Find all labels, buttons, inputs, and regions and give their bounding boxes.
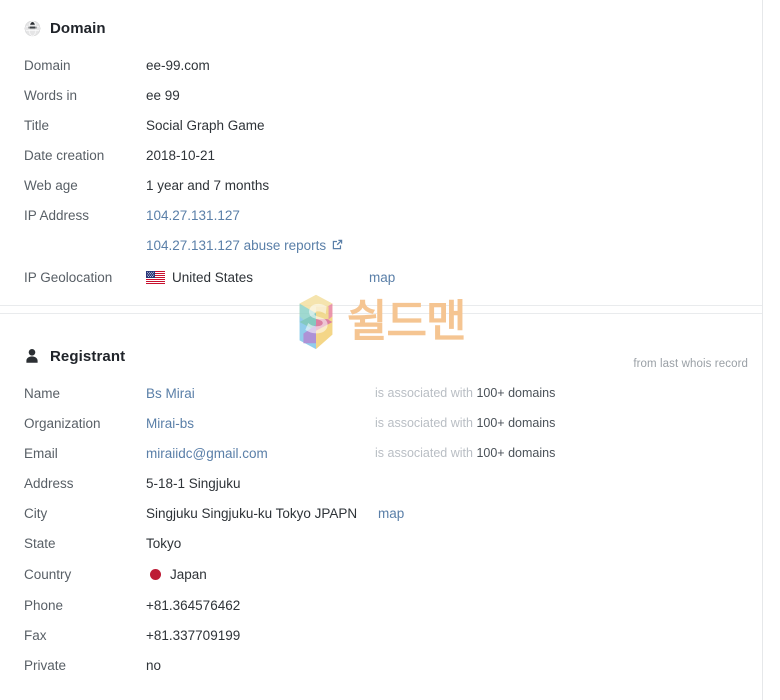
city-map-link[interactable]: map [378, 506, 404, 521]
row-value: 5-18-1 Singjuku [146, 475, 241, 491]
page-right-border [762, 0, 763, 700]
row-email: Email miraiidc@gmail.com is associated w… [0, 438, 762, 468]
country-name: Japan [170, 566, 207, 582]
row-label: Address [24, 475, 74, 491]
row-label: Fax [24, 627, 47, 643]
row-label: City [24, 505, 48, 521]
row-label: IP Address [24, 207, 90, 223]
domain-section-title: Domain [50, 19, 106, 37]
row-value: United States [146, 270, 253, 285]
row-organization: Organization Mirai-bs is associated with… [0, 408, 762, 438]
row-value: 104.27.131.127 [146, 208, 240, 223]
row-ip-geolocation: IP Geolocation United States map [0, 260, 762, 294]
row-web-age: Web age 1 year and 7 months [0, 170, 762, 200]
row-words-in: Words in ee 99 [0, 80, 762, 110]
row-label: State [24, 535, 56, 551]
registrant-section-title: Registrant [50, 347, 126, 365]
associated-domains-note: is associated with 100+ domains [375, 416, 555, 430]
row-city: City Singjuku Singjuku-ku Tokyo JPAPN ma… [0, 498, 762, 528]
row-ip-address: IP Address 104.27.131.127 [0, 200, 762, 230]
associated-count: 100+ domains [476, 446, 556, 460]
row-value: Mirai-bs [146, 416, 194, 431]
row-label: Private [24, 657, 67, 673]
row-label: Organization [24, 415, 101, 431]
row-name: Name Bs Mirai is associated with 100+ do… [0, 378, 762, 408]
row-label: Email [24, 445, 58, 461]
whois-report-page: Domain Domain ee-99.com Words in ee 99 T… [0, 0, 780, 700]
row-value: miraiidc@gmail.com [146, 446, 268, 461]
row-label: Words in [24, 87, 78, 103]
registrant-rows: Name Bs Mirai is associated with 100+ do… [0, 378, 762, 680]
row-label: Name [24, 385, 61, 401]
row-label: Phone [24, 597, 64, 613]
row-label: Country [24, 566, 72, 582]
row-country: Country Japan [0, 558, 762, 590]
associated-count: 100+ domains [476, 386, 556, 400]
row-date-creation: Date creation 2018-10-21 [0, 140, 762, 170]
row-label: Date creation [24, 147, 105, 163]
flag-united-states-icon [146, 270, 165, 284]
domain-section-header: Domain [0, 0, 762, 50]
domain-card: Domain Domain ee-99.com Words in ee 99 T… [0, 0, 762, 306]
associated-domains-note: is associated with 100+ domains [375, 446, 555, 460]
row-value: ee-99.com [146, 57, 210, 73]
whois-record-note: from last whois record [633, 358, 748, 370]
row-state: State Tokyo [0, 528, 762, 558]
row-address: Address 5-18-1 Singjuku [0, 468, 762, 498]
row-value: Social Graph Game [146, 117, 265, 133]
row-domain: Domain ee-99.com [0, 50, 762, 80]
registrant-card: Registrant from last whois record Name B… [0, 313, 762, 700]
row-value: 2018-10-21 [146, 147, 216, 163]
row-value: 1 year and 7 months [146, 177, 270, 193]
row-private: Private no [0, 650, 762, 680]
associated-count: 100+ domains [476, 416, 556, 430]
external-link-icon [331, 238, 344, 251]
geolocation-country: United States [172, 269, 254, 285]
row-value: +81.364576462 [146, 597, 241, 613]
ip-abuse-reports-link[interactable]: 104.27.131.127 abuse reports [146, 238, 344, 253]
row-value: Japan [146, 567, 207, 582]
ip-abuse-reports-label: 104.27.131.127 abuse reports [146, 237, 327, 253]
flag-japan-icon [150, 568, 161, 580]
row-phone: Phone +81.364576462 [0, 590, 762, 620]
row-value: no [146, 657, 162, 673]
row-label: Title [24, 117, 50, 133]
domain-rows: Domain ee-99.com Words in ee 99 Title So… [0, 50, 762, 294]
row-label: Domain [24, 57, 71, 73]
user-icon [24, 348, 41, 365]
associated-domains-note: is associated with 100+ domains [375, 386, 555, 400]
geolocation-map-link[interactable]: map [369, 270, 395, 285]
globe-icon [24, 20, 41, 37]
row-value: Tokyo [146, 535, 182, 551]
row-ip-abuse-reports: 104.27.131.127 abuse reports [0, 230, 762, 260]
associated-prefix: is associated with [375, 416, 473, 430]
row-value: Bs Mirai [146, 386, 195, 401]
registrant-organization-link[interactable]: Mirai-bs [146, 416, 194, 431]
row-label: IP Geolocation [24, 269, 113, 285]
row-value: ee 99 [146, 87, 180, 103]
row-value: Singjuku Singjuku-ku Tokyo JPAPN [146, 505, 358, 521]
registrant-email-link[interactable]: miraiidc@gmail.com [146, 446, 268, 461]
row-title: Title Social Graph Game [0, 110, 762, 140]
associated-prefix: is associated with [375, 386, 473, 400]
ip-address-link[interactable]: 104.27.131.127 [146, 208, 240, 223]
row-value: 104.27.131.127 abuse reports [146, 238, 344, 253]
row-fax: Fax +81.337709199 [0, 620, 762, 650]
row-value: +81.337709199 [146, 627, 241, 643]
row-label: Web age [24, 177, 78, 193]
associated-prefix: is associated with [375, 446, 473, 460]
registrant-name-link[interactable]: Bs Mirai [146, 386, 195, 401]
